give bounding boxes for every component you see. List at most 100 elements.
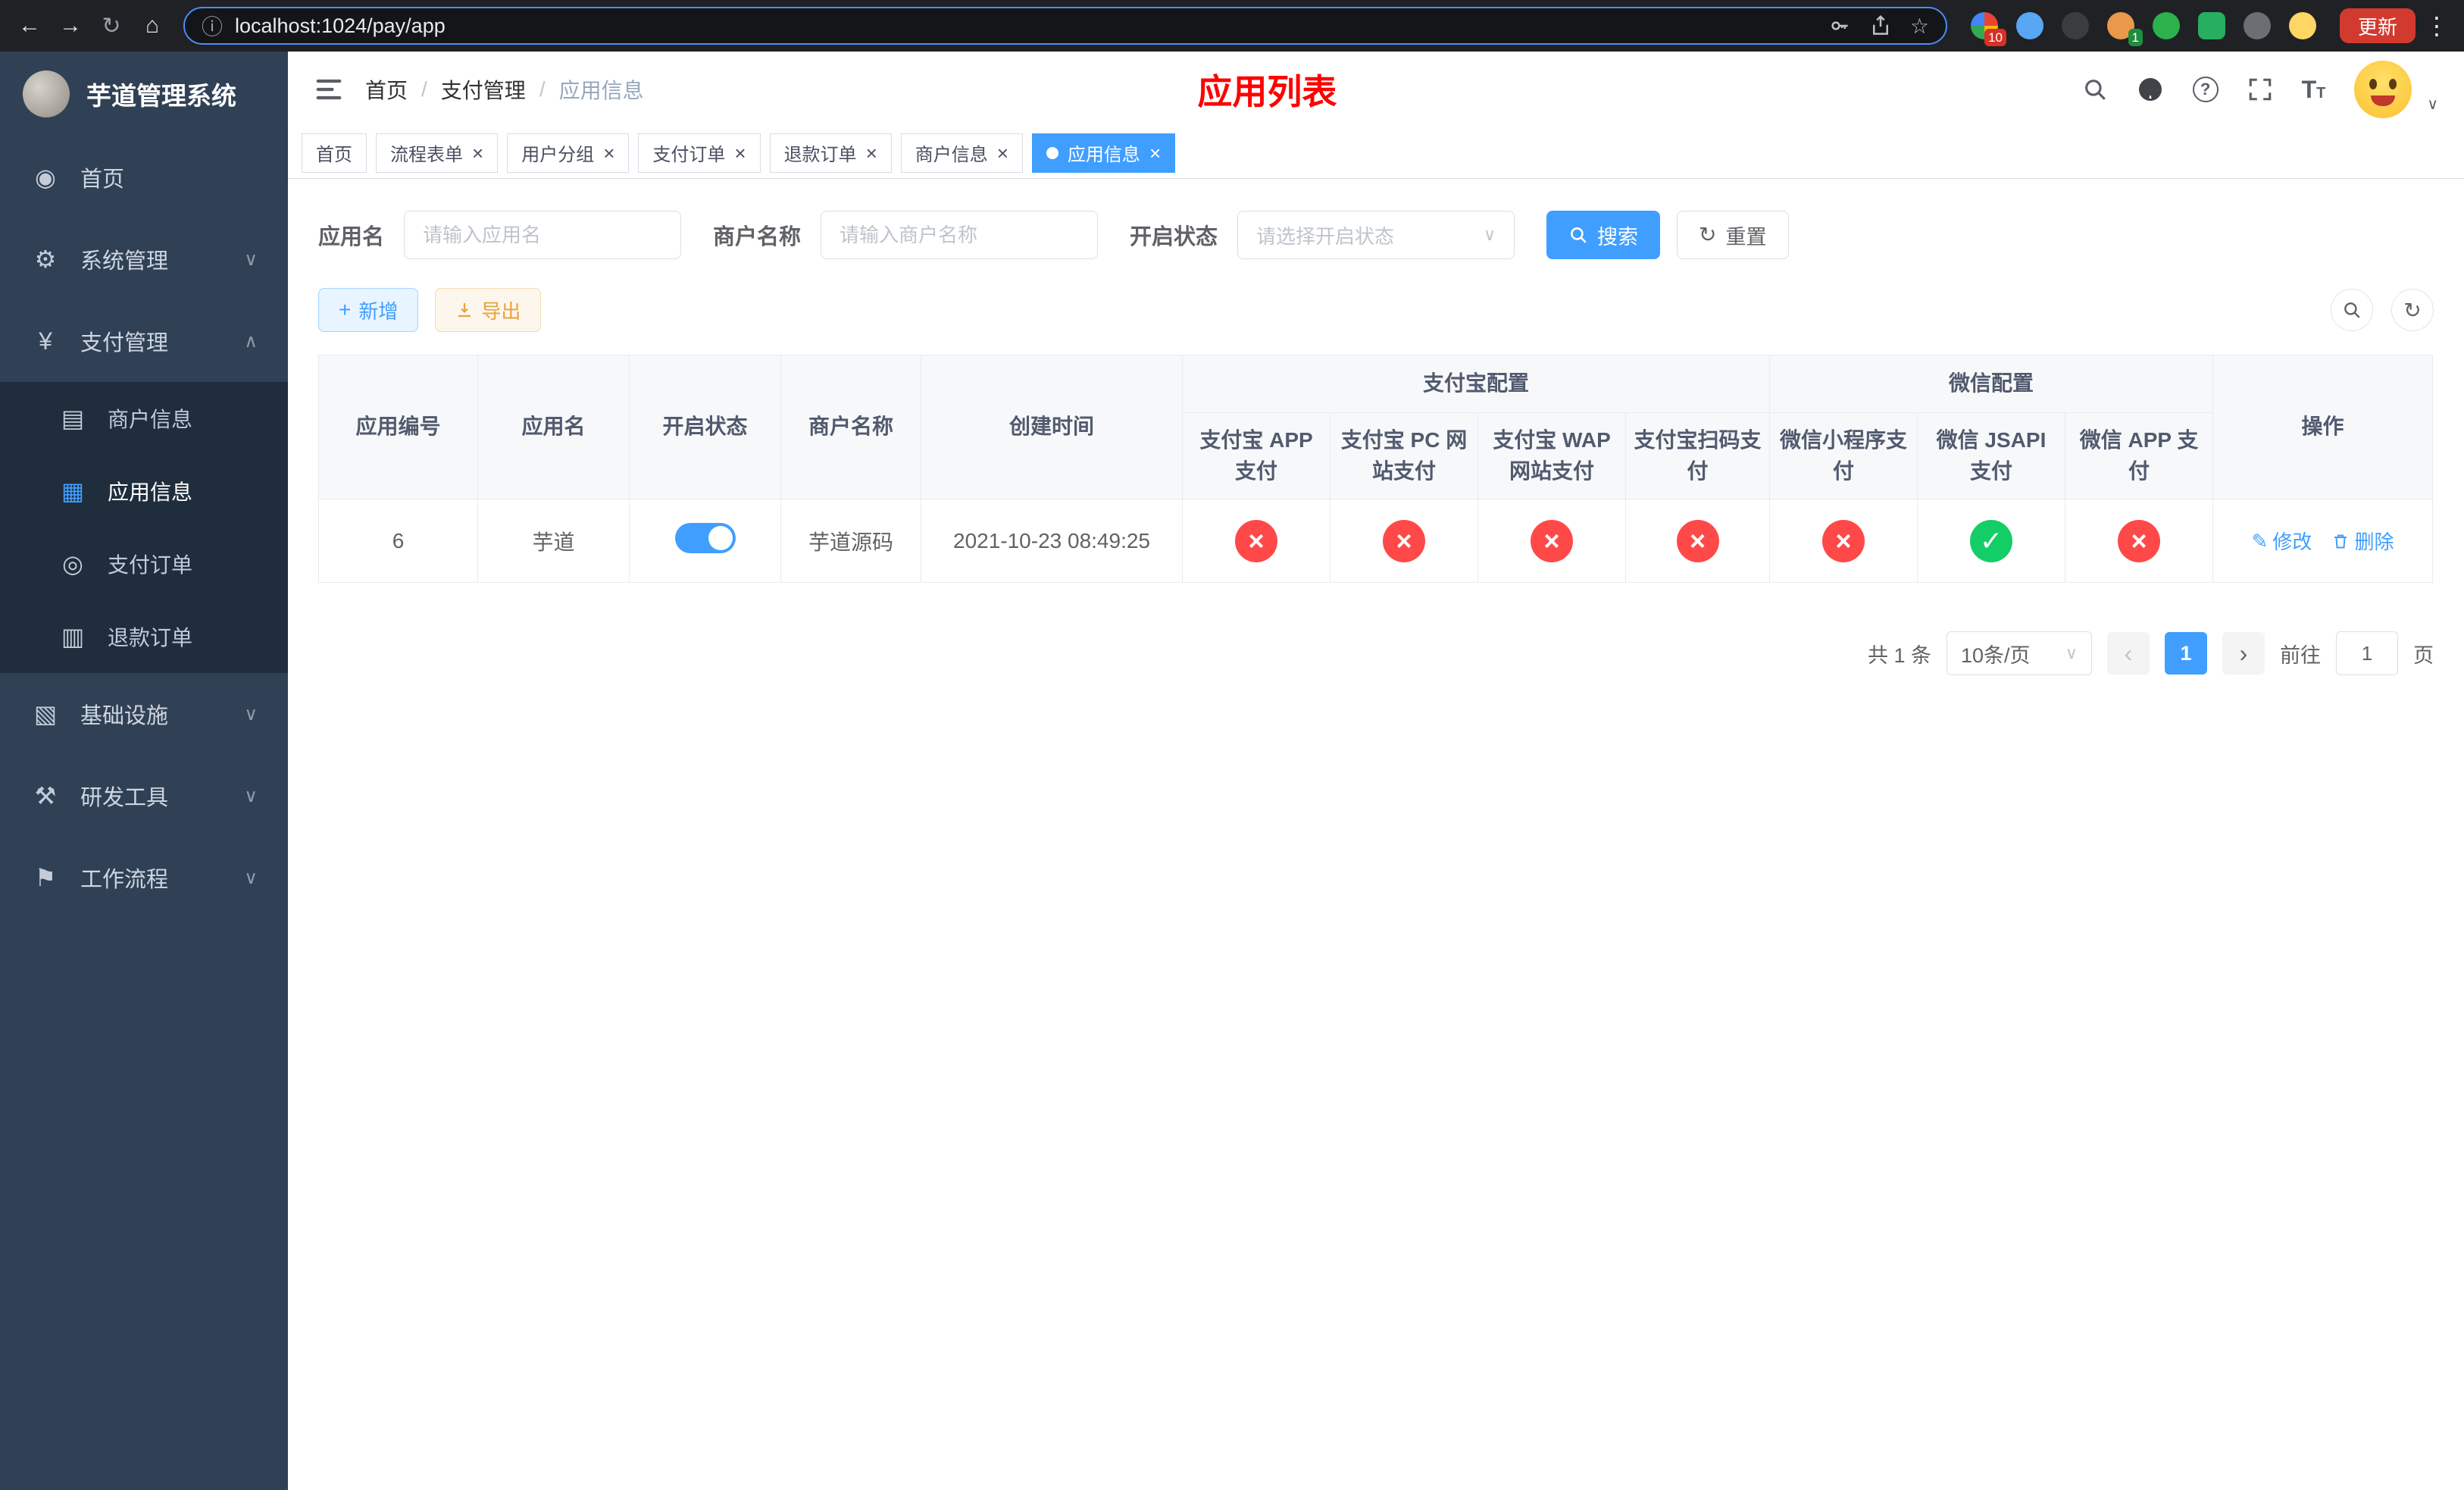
breadcrumb: 首页 / 支付管理 / 应用信息 <box>365 74 644 105</box>
fullscreen-icon[interactable] <box>2247 77 2273 102</box>
refresh-table-button[interactable]: ↻ <box>2391 289 2434 331</box>
chevron-down-icon: ∨ <box>244 867 258 888</box>
address-bar[interactable]: ⓘ localhost:1024/pay/app ☆ <box>183 7 1947 45</box>
extension-badge: 1 <box>2128 29 2143 46</box>
chevron-down-icon: ∨ <box>1483 225 1496 244</box>
status-select[interactable]: 请选择开启状态 ∨ <box>1237 211 1515 259</box>
edit-button[interactable]: ✎ 修改 <box>2252 527 2312 555</box>
extension-icon-green-chat[interactable] <box>2194 8 2229 43</box>
close-icon[interactable]: × <box>1149 143 1161 163</box>
breadcrumb-home[interactable]: 首页 <box>365 74 408 105</box>
sidebar-item-workflow[interactable]: ⚑ 工作流程 ∨ <box>0 837 288 919</box>
goto-suffix: 页 <box>2413 643 2434 667</box>
col-header-created: 创建时间 <box>921 354 1183 500</box>
reload-icon[interactable]: ↻ <box>94 8 129 43</box>
extension-icon-pinwheel[interactable] <box>2240 8 2275 43</box>
sidebar-item-payment[interactable]: ¥ 支付管理 ∧ <box>0 300 288 382</box>
sidebar-item-label: 退款订单 <box>108 626 193 650</box>
search-icon[interactable] <box>2082 77 2108 102</box>
close-icon[interactable]: × <box>997 143 1008 163</box>
current-page-button[interactable]: 1 <box>2165 632 2207 675</box>
col-header-alipay-qr: 支付宝扫码支付 <box>1624 412 1771 500</box>
sidebar-item-label: 工作流程 <box>80 868 169 892</box>
hamburger-icon[interactable] <box>314 76 344 103</box>
infrastructure-icon: ▧ <box>33 700 58 728</box>
url-text: localhost:1024/pay/app <box>235 14 446 37</box>
reset-button[interactable]: ↻ 重置 <box>1677 211 1789 259</box>
tab-pay-order[interactable]: 支付订单 × <box>638 133 761 173</box>
extension-icon-orange[interactable]: 1 <box>2103 8 2143 46</box>
merchant-card-icon: ▤ <box>61 405 85 432</box>
alipay-app-status-icon: × <box>1235 519 1277 562</box>
delete-button[interactable]: 删除 <box>2331 527 2394 555</box>
add-button[interactable]: + 新增 <box>318 288 419 332</box>
logo[interactable]: 芋道管理系统 <box>0 52 288 136</box>
tab-refund-order[interactable]: 退款订单 × <box>769 133 892 173</box>
site-info-icon[interactable]: ⓘ <box>202 11 223 41</box>
help-icon[interactable]: ? <box>2192 77 2219 102</box>
page-size-select[interactable]: 10条/页 ∨ <box>1946 631 2092 676</box>
pagination: 共 1 条 10条/页 ∨ ‹ 1 › 前往 页 <box>318 631 2434 676</box>
app-name-input[interactable] <box>404 211 682 259</box>
extension-icon-green-circle[interactable] <box>2149 8 2184 43</box>
plus-icon: + <box>339 298 352 321</box>
browser-update-button[interactable]: 更新 <box>2339 8 2416 43</box>
goto-page-input[interactable] <box>2336 631 2398 676</box>
sidebar-item-dev-tools[interactable]: ⚒ 研发工具 ∨ <box>0 755 288 837</box>
browser-menu-icon[interactable]: ⋮ <box>2422 11 2452 40</box>
font-size-icon[interactable]: TT <box>2302 76 2326 104</box>
sidebar: 芋道管理系统 ◉ 首页 ⚙ 系统管理 ∨ ¥ 支付管理 ∧ ▤ 商户信息 ▦ 应… <box>0 52 288 1490</box>
sidebar-item-label: 支付订单 <box>108 553 193 577</box>
close-icon[interactable]: × <box>603 143 614 163</box>
status-toggle[interactable] <box>674 523 736 554</box>
sidebar-item-label: 首页 <box>80 167 125 192</box>
close-icon[interactable]: × <box>472 143 483 163</box>
tab-home[interactable]: 首页 <box>302 133 367 173</box>
app-window: 芋道管理系统 ◉ 首页 ⚙ 系统管理 ∨ ¥ 支付管理 ∧ ▤ 商户信息 ▦ 应… <box>0 52 2464 1490</box>
gear-icon: ⚙ <box>34 246 57 273</box>
toggle-search-button[interactable] <box>2331 289 2373 331</box>
github-icon[interactable] <box>2137 76 2164 103</box>
sidebar-item-home[interactable]: ◉ 首页 <box>0 136 288 218</box>
sidebar-item-infrastructure[interactable]: ▧ 基础设施 ∨ <box>0 673 288 755</box>
sidebar-item-pay-order[interactable]: ◎ 支付订单 <box>0 527 288 600</box>
user-avatar[interactable] <box>2354 61 2412 118</box>
extension-icon-blue[interactable] <box>2012 8 2047 43</box>
extension-icon-grid[interactable]: 10 <box>1967 8 2006 46</box>
breadcrumb-payment[interactable]: 支付管理 <box>441 74 526 105</box>
col-header-wx-jsapi: 微信 JSAPI 支付 <box>1917 412 2066 500</box>
wx-jsapi-status-icon: ✓ <box>1970 519 2013 562</box>
tags-view: 首页 流程表单 × 用户分组 × 支付订单 × 退款订单 × 商户信息 × 应用… <box>288 127 2464 179</box>
close-icon[interactable]: × <box>734 143 746 163</box>
sidebar-item-label: 应用信息 <box>108 480 193 504</box>
col-header-wx-app: 微信 APP 支付 <box>2065 412 2214 500</box>
extension-icon-face[interactable] <box>2285 8 2320 43</box>
search-button[interactable]: 搜索 <box>1546 211 1661 259</box>
prev-page-button[interactable]: ‹ <box>2107 632 2150 675</box>
sidebar-item-app-info[interactable]: ▦ 应用信息 <box>0 455 288 527</box>
tools-icon: ⚒ <box>34 782 57 809</box>
export-button[interactable]: 导出 <box>435 288 542 332</box>
close-icon[interactable]: × <box>866 143 877 163</box>
next-page-button[interactable]: › <box>2222 632 2265 675</box>
password-key-icon[interactable] <box>1828 14 1851 37</box>
col-header-merchant: 商户名称 <box>780 354 921 500</box>
sidebar-item-refund-order[interactable]: ▥ 退款订单 <box>0 600 288 673</box>
merchant-name-input[interactable] <box>821 211 1099 259</box>
tab-user-group[interactable]: 用户分组 × <box>507 133 630 173</box>
tab-merchant-info[interactable]: 商户信息 × <box>900 133 1023 173</box>
trash-icon <box>2334 534 2347 549</box>
share-icon[interactable] <box>1869 14 1892 37</box>
sidebar-item-system[interactable]: ⚙ 系统管理 ∨ <box>0 218 288 300</box>
tab-app-info[interactable]: 应用信息 × <box>1031 133 1176 173</box>
home-icon[interactable]: ⌂ <box>135 8 170 43</box>
payment-submenu: ▤ 商户信息 ▦ 应用信息 ◎ 支付订单 ▥ 退款订单 <box>0 382 288 673</box>
sidebar-item-label: 商户信息 <box>108 408 193 431</box>
extension-icon-dark[interactable] <box>2058 8 2093 43</box>
extension-strip: 10 1 <box>1961 8 2326 46</box>
bookmark-star-icon[interactable]: ☆ <box>1910 14 1929 39</box>
tab-process-form[interactable]: 流程表单 × <box>376 133 499 173</box>
sidebar-item-merchant-info[interactable]: ▤ 商户信息 <box>0 382 288 455</box>
back-icon[interactable]: ← <box>12 8 47 43</box>
forward-icon[interactable]: → <box>53 8 88 43</box>
